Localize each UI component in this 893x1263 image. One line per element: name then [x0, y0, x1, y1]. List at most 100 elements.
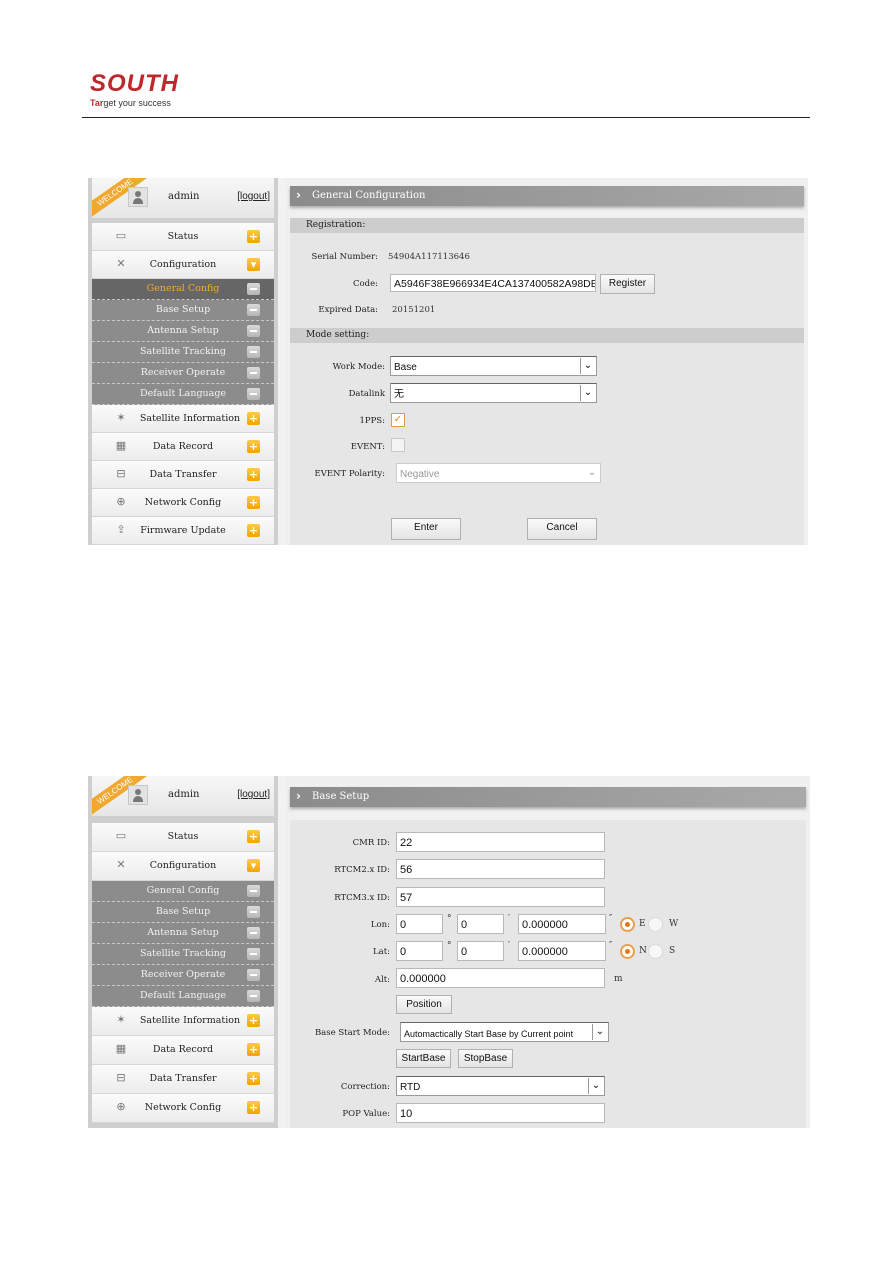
submenu-satellite-tracking[interactable]: Satellite Tracking — [92, 944, 274, 965]
alt-label: Alt: — [374, 975, 390, 985]
datalink-label: Datalink — [348, 389, 385, 399]
lat-seconds-input[interactable]: 0.000000 — [518, 941, 606, 961]
enter-button[interactable]: Enter — [391, 518, 461, 540]
username: admin — [168, 789, 200, 800]
nav-item-configuration[interactable]: ✕ Configuration ▾ — [92, 251, 274, 279]
logout-link[interactable]: [logout] — [237, 191, 270, 202]
event-polarity-select[interactable]: Negative ⌄ — [396, 463, 601, 483]
rtcm2-id-input[interactable]: 56 — [396, 859, 605, 879]
minute-symbol: ′ — [508, 914, 511, 924]
expand-plus-icon[interactable]: + — [247, 1072, 260, 1085]
minus-icon — [247, 927, 260, 939]
submenu-receiver-operate[interactable]: Receiver Operate — [92, 965, 274, 986]
page-title: General Configuration — [312, 190, 426, 201]
degree-symbol: ° — [447, 914, 452, 924]
expand-plus-icon[interactable]: + — [247, 496, 260, 509]
serial-number-value: 54904A117113646 — [388, 252, 470, 262]
chevron-down-icon: ⌄ — [580, 385, 595, 401]
code-input[interactable]: A5946F38E966934E4CA137400582A98DBE0C — [390, 274, 596, 292]
lon-east-radio[interactable] — [620, 917, 635, 932]
work-mode-select[interactable]: Base ⌄ — [390, 356, 597, 376]
lon-label: Lon: — [370, 920, 390, 930]
expand-plus-icon[interactable]: + — [247, 440, 260, 453]
start-base-button[interactable]: StartBase — [396, 1049, 451, 1068]
base-start-mode-select[interactable]: Automactically Start Base by Current poi… — [400, 1022, 609, 1042]
submenu-receiver-operate[interactable]: Receiver Operate — [92, 363, 274, 384]
nav-item-data-record[interactable]: ▦ Data Record + — [92, 1036, 274, 1065]
submenu-antenna-setup[interactable]: Antenna Setup — [92, 321, 274, 342]
expand-plus-icon[interactable]: + — [247, 1014, 260, 1027]
nav-item-status[interactable]: ▭ Status + — [92, 223, 274, 251]
collapse-arrow-icon[interactable]: ▾ — [247, 258, 260, 271]
nav-item-satellite-information[interactable]: ✶ Satellite Information + — [92, 405, 274, 433]
submenu-antenna-setup[interactable]: Antenna Setup — [92, 923, 274, 944]
expand-plus-icon[interactable]: + — [247, 1101, 260, 1114]
expand-plus-icon[interactable]: + — [247, 1043, 260, 1056]
lat-minutes-input[interactable]: 0 — [457, 941, 504, 961]
nav-item-satellite-information[interactable]: ✶ Satellite Information + — [92, 1007, 274, 1036]
pdop-value-input[interactable]: 10 — [396, 1103, 605, 1123]
event-checkbox[interactable] — [391, 438, 405, 452]
lat-north-radio[interactable] — [620, 944, 635, 959]
minus-icon — [247, 948, 260, 960]
register-button[interactable]: Register — [600, 274, 655, 294]
expand-plus-icon[interactable]: + — [247, 468, 260, 481]
expand-plus-icon[interactable]: + — [247, 524, 260, 537]
minus-icon — [247, 969, 260, 981]
submenu-satellite-tracking[interactable]: Satellite Tracking — [92, 342, 274, 363]
expand-plus-icon[interactable]: + — [247, 830, 260, 843]
nav-item-status[interactable]: ▭ Status + — [92, 823, 274, 852]
cmr-id-input[interactable]: 22 — [396, 832, 605, 852]
rtcm3-id-label: RTCM3.x ID: — [334, 893, 390, 903]
rtcm3-id-input[interactable]: 57 — [396, 887, 605, 907]
logo-text: SOUTH — [90, 70, 179, 97]
collapse-arrow-icon[interactable]: ▾ — [247, 859, 260, 872]
submenu-general-config[interactable]: General Config — [92, 279, 274, 300]
north-label: N — [639, 946, 647, 956]
position-button[interactable]: Position — [396, 995, 452, 1014]
east-label: E — [639, 919, 646, 929]
submenu-general-config[interactable]: General Config — [92, 881, 274, 902]
pps-checkbox[interactable]: ✓ — [391, 413, 405, 427]
lat-label: Lat: — [373, 947, 390, 957]
avatar-icon — [128, 785, 148, 805]
nav-item-firmware-update[interactable]: ⇪ Firmware Update + — [92, 517, 274, 545]
nav-menu: ▭ Status + ✕ Configuration ▾ General Con… — [92, 823, 274, 1123]
nav-item-data-transfer[interactable]: ⊟ Data Transfer + — [92, 461, 274, 489]
submenu-default-language[interactable]: Default Language — [92, 986, 274, 1007]
serial-number-label: Serial Number: — [311, 252, 379, 262]
alt-input[interactable]: 0.000000 — [396, 968, 605, 988]
nav-item-data-transfer[interactable]: ⊟ Data Transfer + — [92, 1065, 274, 1094]
lat-south-radio[interactable] — [648, 944, 663, 959]
submenu-base-setup[interactable]: Base Setup — [92, 902, 274, 923]
minus-icon — [247, 346, 260, 358]
south-logo: SOUTH Target your success — [90, 70, 179, 109]
lon-degrees-input[interactable]: 0 — [396, 914, 443, 934]
submenu-default-language[interactable]: Default Language — [92, 384, 274, 405]
sidebar: WELCOME admin [logout] ▭ Status + ✕ Conf… — [88, 178, 278, 545]
expand-plus-icon[interactable]: + — [247, 230, 260, 243]
nav-item-data-record[interactable]: ▦ Data Record + — [92, 433, 274, 461]
event-polarity-label: EVENT Polarity: — [314, 469, 386, 479]
username: admin — [168, 191, 200, 202]
correction-select[interactable]: RTD ⌄ — [396, 1076, 605, 1096]
nav-item-network-config[interactable]: ⊕ Network Config + — [92, 489, 274, 517]
logout-link[interactable]: [logout] — [237, 789, 270, 800]
lon-west-radio[interactable] — [648, 917, 663, 932]
datalink-select[interactable]: 无 ⌄ — [390, 383, 597, 403]
cmr-id-label: CMR ID: — [352, 838, 390, 848]
cancel-button[interactable]: Cancel — [527, 518, 597, 540]
expand-plus-icon[interactable]: + — [247, 412, 260, 425]
lon-minutes-input[interactable]: 0 — [457, 914, 504, 934]
lon-seconds-input[interactable]: 0.000000 — [518, 914, 606, 934]
south-label: S — [669, 946, 676, 956]
chevron-down-icon: ⌄ — [580, 358, 595, 374]
nav-item-network-config[interactable]: ⊕ Network Config + — [92, 1094, 274, 1123]
expired-data-label: Expired Data: — [318, 305, 378, 315]
main-content: › Base Setup CMR ID: 22 RTCM2.x ID: 56 R… — [286, 776, 810, 1128]
mode-setting-panel: Mode setting: Work Mode: Base ⌄ Datalink… — [290, 328, 804, 545]
submenu-base-setup[interactable]: Base Setup — [92, 300, 274, 321]
stop-base-button[interactable]: StopBase — [458, 1049, 513, 1068]
nav-item-configuration[interactable]: ✕ Configuration ▾ — [92, 852, 274, 881]
lat-degrees-input[interactable]: 0 — [396, 941, 443, 961]
